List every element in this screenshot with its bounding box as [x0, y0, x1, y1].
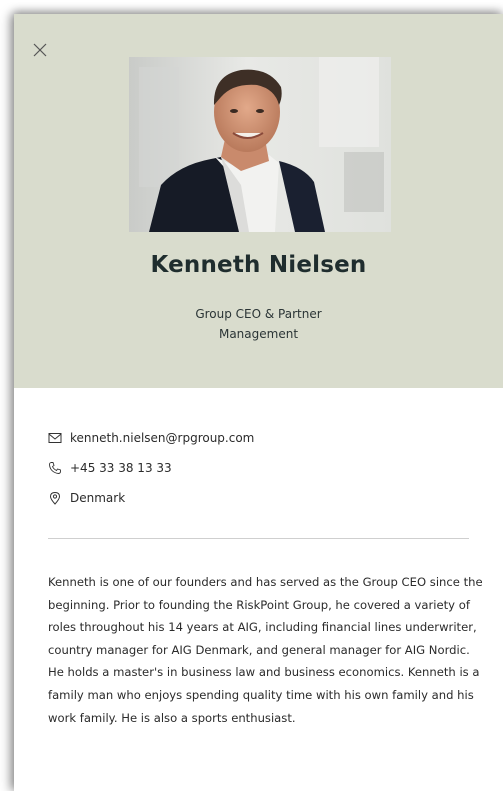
profile-photo	[129, 57, 391, 232]
profile-role: Group CEO & Partner Management	[14, 304, 503, 344]
section-divider	[48, 538, 469, 539]
profile-header: Kenneth Nielsen Group CEO & Partner Mana…	[14, 14, 503, 388]
profile-title: Group CEO & Partner	[195, 307, 322, 321]
location-text: Denmark	[70, 491, 126, 505]
phone-link[interactable]: +45 33 38 13 33	[70, 461, 172, 475]
contact-phone[interactable]: +45 33 38 13 33	[48, 453, 254, 483]
contact-email[interactable]: kenneth.nielsen@rpgroup.com	[48, 423, 254, 453]
profile-bio: Kenneth is one of our founders and has s…	[48, 575, 483, 725]
close-icon	[33, 43, 47, 57]
contact-location: Denmark	[48, 483, 254, 513]
phone-icon	[48, 461, 62, 475]
envelope-icon	[48, 431, 62, 445]
email-link[interactable]: kenneth.nielsen@rpgroup.com	[70, 431, 254, 445]
profile-name: Kenneth Nielsen	[150, 252, 367, 278]
map-pin-icon	[48, 491, 62, 505]
profile-panel: Kenneth Nielsen Group CEO & Partner Mana…	[14, 14, 503, 791]
close-button[interactable]	[28, 38, 52, 62]
contact-list: kenneth.nielsen@rpgroup.com +45 33 38 13…	[48, 423, 254, 513]
profile-department: Management	[218, 327, 299, 341]
portrait-image	[129, 57, 391, 232]
